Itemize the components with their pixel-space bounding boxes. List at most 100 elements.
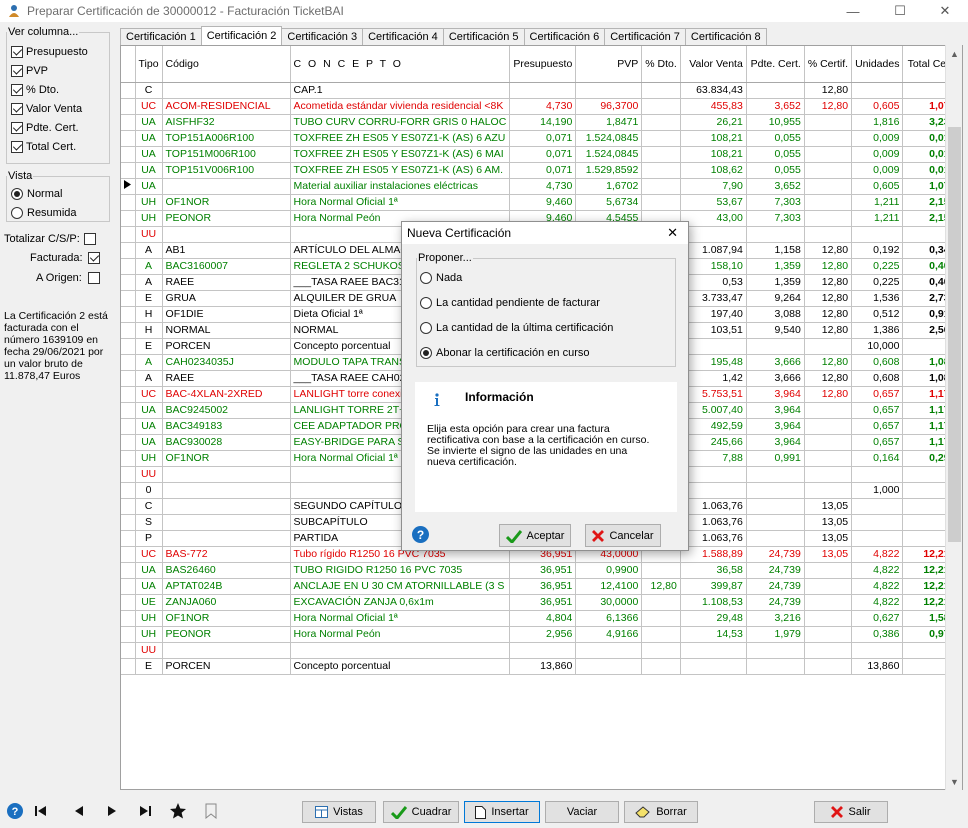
- cell-pvp[interactable]: 1.524,0845: [575, 146, 643, 163]
- cell-codigo[interactable]: BAC349183: [162, 418, 291, 435]
- cell-pcert[interactable]: 12,80: [804, 306, 853, 323]
- cell-pdte[interactable]: 3,088: [746, 306, 805, 323]
- column-header[interactable]: Valor Venta: [680, 46, 747, 83]
- cell-codigo[interactable]: BAC930028: [162, 434, 291, 451]
- cell-tipo[interactable]: UA: [135, 114, 163, 131]
- cell-valor[interactable]: 7,90: [680, 178, 747, 195]
- cell-codigo[interactable]: AB1: [162, 242, 291, 259]
- cell-pdte[interactable]: [746, 338, 805, 355]
- cell-valor[interactable]: 53,67: [680, 194, 747, 211]
- cell-presupuesto[interactable]: 36,951: [509, 594, 577, 611]
- cell-tipo[interactable]: C: [135, 82, 163, 99]
- cell-tipo[interactable]: UC: [135, 386, 163, 403]
- cell-valor[interactable]: 3.733,47: [680, 290, 747, 307]
- cell-pdte[interactable]: [746, 82, 805, 99]
- cell-valor[interactable]: 245,66: [680, 434, 747, 451]
- cell-codigo[interactable]: PORCEN: [162, 658, 291, 675]
- scroll-thumb[interactable]: [948, 127, 961, 542]
- cell-pdte[interactable]: 0,055: [746, 162, 805, 179]
- favorite-star-icon[interactable]: [167, 800, 189, 822]
- cell-tipo[interactable]: UC: [135, 98, 163, 115]
- column-header[interactable]: Pdte. Cert.: [746, 46, 805, 83]
- first-record-icon[interactable]: [30, 800, 52, 822]
- cell-unid[interactable]: [851, 514, 904, 531]
- cell-codigo[interactable]: RAEE: [162, 274, 291, 291]
- cell-tipo[interactable]: E: [135, 338, 163, 355]
- cell-codigo[interactable]: BAC-4XLAN-2XRED: [162, 386, 291, 403]
- cell-pvp[interactable]: 0,9900: [575, 562, 643, 579]
- cell-codigo[interactable]: ACOM-RESIDENCIAL: [162, 98, 291, 115]
- cell-pvp[interactable]: 1,8471: [575, 114, 643, 131]
- dialog-close-icon[interactable]: ✕: [667, 225, 678, 241]
- cell-valor[interactable]: 1.588,89: [680, 546, 747, 563]
- cell-concepto[interactable]: TOXFREE ZH ES05 Y ES07Z1-K (AS) 6 MAI: [290, 146, 511, 163]
- cell-tipo[interactable]: UH: [135, 450, 163, 467]
- cell-dto[interactable]: [641, 98, 681, 115]
- table-row[interactable]: E PORCEN Concepto porcentual 13,860 13,860: [121, 658, 960, 675]
- cell-pcert[interactable]: [804, 146, 853, 163]
- cell-codigo[interactable]: GRUA: [162, 290, 291, 307]
- cell-pdte[interactable]: 1,979: [746, 626, 805, 643]
- proponer-radio[interactable]: [420, 272, 432, 284]
- table-row[interactable]: UA TOP151M006R100 TOXFREE ZH ES05 Y ES07Z1…: [121, 146, 960, 163]
- column-header[interactable]: % Certif.: [804, 46, 853, 83]
- cell-valor[interactable]: 5.753,51: [680, 386, 747, 403]
- cell-tipo[interactable]: UH: [135, 610, 163, 627]
- cell-unid[interactable]: 4,822: [851, 562, 904, 579]
- cell-concepto[interactable]: Hora Normal Oficial 1ª: [290, 610, 511, 627]
- tab-certificacion-3[interactable]: Certificación 3: [281, 28, 364, 45]
- cell-dto[interactable]: [641, 562, 681, 579]
- cell-pvp[interactable]: 5,6734: [575, 194, 643, 211]
- tab-certificacion-6[interactable]: Certificación 6: [523, 28, 606, 45]
- cell-pcert[interactable]: [804, 482, 853, 499]
- cell-unid[interactable]: 0,192: [851, 242, 904, 259]
- vista-radio[interactable]: [11, 206, 23, 219]
- cell-concepto[interactable]: TOXFREE ZH ES05 Y ES07Z1-K (AS) 6 AM.: [290, 162, 511, 179]
- cell-valor[interactable]: 43,00: [680, 210, 747, 227]
- cell-unid[interactable]: [851, 498, 904, 515]
- proponer-radio[interactable]: [420, 322, 432, 334]
- column-header[interactable]: Código: [162, 46, 291, 83]
- vaciar-button[interactable]: Vaciar: [545, 801, 619, 823]
- cell-valor[interactable]: 108,21: [680, 130, 747, 147]
- cell-presupuesto[interactable]: 4,730: [509, 178, 577, 195]
- cell-unid[interactable]: 1,211: [851, 194, 904, 211]
- column-toggle-checkbox[interactable]: [11, 64, 23, 77]
- cell-unid[interactable]: 0,225: [851, 274, 904, 291]
- cell-dto[interactable]: [641, 130, 681, 147]
- cell-tipo[interactable]: UE: [135, 594, 163, 611]
- column-header[interactable]: Tipo: [135, 46, 163, 83]
- cell-presupuesto[interactable]: 4,730: [509, 98, 577, 115]
- cell-pvp[interactable]: [575, 658, 643, 675]
- cell-unid[interactable]: 0,605: [851, 178, 904, 195]
- cell-dto[interactable]: [641, 194, 681, 211]
- cell-codigo[interactable]: [162, 226, 291, 243]
- cell-unid[interactable]: 0,657: [851, 402, 904, 419]
- cell-pcert[interactable]: 13,05: [804, 546, 853, 563]
- cell-unid[interactable]: 0,225: [851, 258, 904, 275]
- cell-dto[interactable]: [641, 594, 681, 611]
- cell-unid[interactable]: 0,608: [851, 354, 904, 371]
- cell-pdte[interactable]: 0,055: [746, 146, 805, 163]
- cell-concepto[interactable]: Material auxiliar instalaciones eléctric…: [290, 178, 511, 195]
- cell-valor[interactable]: 1.108,53: [680, 594, 747, 611]
- column-header[interactable]: % Dto.: [641, 46, 681, 83]
- cell-pcert[interactable]: [804, 178, 853, 195]
- cell-pdte[interactable]: 3,964: [746, 402, 805, 419]
- cell-codigo[interactable]: TOP151V006R100: [162, 162, 291, 179]
- cell-valor[interactable]: 195,48: [680, 354, 747, 371]
- cell-codigo[interactable]: BAS-772: [162, 546, 291, 563]
- cell-codigo[interactable]: [162, 178, 291, 195]
- cell-pdte[interactable]: 24,739: [746, 562, 805, 579]
- cell-codigo[interactable]: NORMAL: [162, 322, 291, 339]
- cell-dto[interactable]: [641, 610, 681, 627]
- column-toggle-checkbox[interactable]: [11, 45, 23, 58]
- cell-unid[interactable]: 0,009: [851, 130, 904, 147]
- scroll-up-icon[interactable]: ▲: [946, 45, 963, 62]
- cell-valor[interactable]: 1.063,76: [680, 498, 747, 515]
- cell-pcert[interactable]: 13,05: [804, 530, 853, 547]
- cell-pcert[interactable]: [804, 338, 853, 355]
- tab-certificacion-5[interactable]: Certificación 5: [442, 28, 525, 45]
- cell-valor[interactable]: 492,59: [680, 418, 747, 435]
- cell-tipo[interactable]: UU: [135, 642, 163, 659]
